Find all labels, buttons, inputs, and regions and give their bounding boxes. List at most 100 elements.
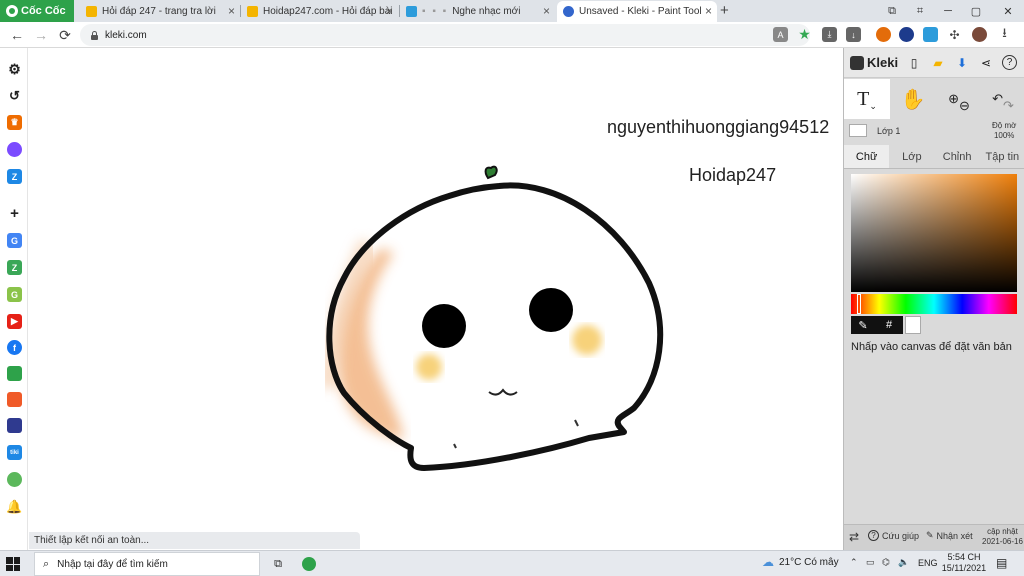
g-app-icon[interactable]: G <box>7 287 22 302</box>
star-icon[interactable]: ★ <box>797 26 812 42</box>
facebook-icon[interactable]: f <box>7 340 22 355</box>
hue-slider-handle[interactable] <box>857 294 861 314</box>
crown-icon[interactable]: ♛ <box>7 115 22 130</box>
music-icon <box>406 6 417 17</box>
coccoc-taskbar-icon[interactable] <box>302 557 316 571</box>
weather-widget[interactable]: ☁ 21°C Có mây <box>762 555 839 569</box>
tab-title: Hoidap247.com - Hỏi đáp bài <box>263 6 393 17</box>
back-button[interactable]: ← <box>7 25 27 45</box>
open-folder-icon[interactable]: ▰ <box>930 55 946 71</box>
avatar[interactable] <box>972 27 987 42</box>
update-label: cập nhật <box>987 527 1018 536</box>
search-icon: ⌕ <box>43 557 50 570</box>
feedback-label: Nhận xét <box>936 530 973 541</box>
bell-icon[interactable]: 🔔 <box>6 499 22 514</box>
close-icon[interactable]: × <box>228 4 235 18</box>
secondary-color-swatch[interactable] <box>905 316 921 334</box>
input-language[interactable]: ENG <box>918 558 938 568</box>
tiki-icon[interactable]: tiki <box>7 445 22 460</box>
coccoc-menu-button[interactable]: Cốc Cốc <box>0 0 74 22</box>
network-icon[interactable]: ⌬ <box>882 557 890 568</box>
pencil-icon: ✎ <box>926 530 934 540</box>
share-icon[interactable]: ⋖ <box>978 55 994 71</box>
puzzle-icon[interactable]: ✣ <box>947 27 962 42</box>
tab-music[interactable]: ▪ ▪ ▪ Nghe nhạc mới × <box>400 1 555 22</box>
zoom-buttons[interactable]: ⊕ ⊖ <box>936 79 982 119</box>
new-file-icon[interactable]: ▯ <box>906 55 922 71</box>
shopee-icon[interactable] <box>7 392 22 407</box>
tab-adjust[interactable]: Chỉnh <box>935 145 980 168</box>
feedback-link[interactable]: ✎ Nhận xét <box>926 530 973 541</box>
settings-icon[interactable]: ⚙ <box>7 61 22 77</box>
translate-app-icon[interactable]: G <box>7 233 22 248</box>
history-icon[interactable]: ↺ <box>7 88 22 103</box>
help-link[interactable]: ? Cứu giúp <box>868 530 919 541</box>
swap-icon[interactable]: ⇄ <box>849 530 859 544</box>
close-window-button[interactable]: ✕ <box>994 0 1022 22</box>
minimize-button[interactable]: ─ <box>934 0 962 22</box>
messenger-icon[interactable] <box>7 142 22 157</box>
download-manager-icon[interactable]: ⭳ <box>997 25 1012 42</box>
close-icon[interactable]: × <box>386 4 393 18</box>
windows-start-icon[interactable] <box>6 557 20 571</box>
download-icon[interactable]: ↓ <box>846 27 861 42</box>
sidebar: ⚙ ↺ ♛ Z + G Z G ▶ f tiki 🔔 <box>0 48 28 550</box>
shop-icon[interactable] <box>7 366 22 381</box>
clock[interactable]: 5:54 CH 15/11/2021 <box>940 552 988 574</box>
extension-icon[interactable]: ⤓ <box>822 27 837 42</box>
drawing-canvas[interactable]: nguyenthihuonggiang94512 Hoidap247 <box>29 48 843 550</box>
kleki-logo[interactable]: Kleki <box>850 55 898 70</box>
help-icon[interactable]: ? <box>1002 55 1017 70</box>
taskbar-search[interactable]: ⌕ Nhập tại đây để tìm kiếm <box>34 552 260 576</box>
add-icon[interactable]: + <box>7 205 22 222</box>
game-icon[interactable] <box>7 418 22 433</box>
search-placeholder: Nhập tại đây để tìm kiếm <box>57 558 168 570</box>
bookmark-window-icon[interactable]: ⧉ <box>878 0 906 22</box>
layer-row[interactable]: Lớp 1 Độ mờ 100% <box>844 120 1024 144</box>
tab-kleki[interactable]: Unsaved - Kleki - Paint Tool × <box>557 1 717 22</box>
zalo-icon[interactable]: Z <box>7 169 22 184</box>
coccoc-music-icon[interactable] <box>7 472 22 487</box>
eyedropper-icon[interactable]: ✎ <box>851 316 875 334</box>
task-view-icon[interactable]: ⧉ <box>270 556 286 572</box>
hand-tool-button[interactable]: ✋ <box>890 79 936 119</box>
tab-hoidap-1[interactable]: Hỏi đáp 247 - trang tra lời × <box>80 1 240 22</box>
new-tab-button[interactable]: + <box>720 2 729 19</box>
notification-icon[interactable]: ▤ <box>996 556 1007 570</box>
undo-redo-buttons[interactable]: ↶ ↷ <box>980 79 1024 119</box>
tab-title: Hỏi đáp 247 - trang tra lời <box>102 6 216 17</box>
tab-file[interactable]: Tập tin <box>980 145 1024 168</box>
layer-opacity[interactable]: Độ mờ 100% <box>992 121 1016 141</box>
volume-icon[interactable]: 🔈 <box>898 557 909 568</box>
save-icon[interactable]: ⬇ <box>954 55 970 71</box>
vpn-icon[interactable] <box>899 27 914 42</box>
tab-text[interactable]: Chữ <box>844 145 890 168</box>
clock-time: 5:54 CH <box>947 552 981 562</box>
hex-input-button[interactable]: # <box>875 316 903 334</box>
coccoc-ext-icon[interactable] <box>876 27 891 42</box>
extensions-window-icon[interactable]: ⌗ <box>906 0 934 22</box>
text-tool-button[interactable]: T ⌄ <box>844 79 890 119</box>
reload-button[interactable]: ⟳ <box>55 25 75 45</box>
cloud-icon[interactable] <box>923 27 938 42</box>
kleki-tool-panel: Kleki ▯ ▰ ⬇ ⋖ ? T ⌄ ✋ ⊕ ⊖ ↶ ↷ Lớp 1 Độ mờ 1… <box>843 48 1024 550</box>
url-field[interactable]: kleki.com <box>80 24 810 46</box>
forward-button[interactable]: → <box>31 25 51 45</box>
tab-layers[interactable]: Lớp <box>889 145 934 168</box>
battery-icon[interactable]: ▭ <box>866 557 875 568</box>
youtube-icon[interactable]: ▶ <box>7 314 22 329</box>
color-picker-area[interactable] <box>851 174 1017 292</box>
opacity-value: 100% <box>993 131 1015 140</box>
kleki-logo-icon <box>850 55 864 70</box>
maximize-button[interactable]: ▢ <box>962 0 990 22</box>
tab-hoidap-2[interactable]: Hoidap247.com - Hỏi đáp bài × <box>241 1 398 22</box>
update-info[interactable]: cập nhật 2021-06-16 <box>982 527 1023 547</box>
close-icon[interactable]: × <box>543 4 550 18</box>
translate-icon[interactable]: A <box>773 27 788 42</box>
lock-icon <box>90 30 99 40</box>
tray-expand-icon[interactable]: ⌃ <box>850 557 858 568</box>
address-bar-row: ← → ⟳ kleki.com A ★ ⤓ ↓ ✣ ⭳ <box>0 22 1024 48</box>
hue-slider[interactable] <box>851 294 1017 314</box>
z-app-icon[interactable]: Z <box>7 260 22 275</box>
close-icon[interactable]: × <box>705 4 712 18</box>
